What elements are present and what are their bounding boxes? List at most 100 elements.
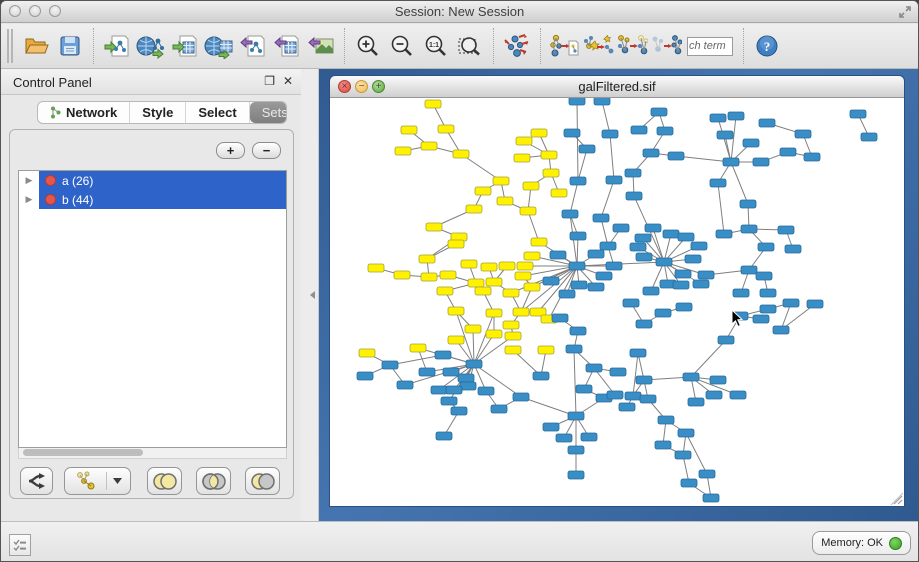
- network-node[interactable]: [780, 148, 796, 156]
- network-frame[interactable]: × − + galFiltered.sif: [330, 76, 904, 506]
- panel-splitter[interactable]: [301, 69, 319, 521]
- network-node[interactable]: [606, 176, 622, 184]
- network-node[interactable]: [778, 226, 794, 234]
- help-button[interactable]: ?: [750, 28, 784, 64]
- network-node[interactable]: [668, 152, 684, 160]
- network-node[interactable]: [630, 349, 646, 357]
- network-node[interactable]: [570, 232, 586, 240]
- network-node[interactable]: [461, 260, 477, 268]
- network-node[interactable]: [631, 126, 647, 134]
- network-node[interactable]: [486, 278, 502, 286]
- network-node[interactable]: [655, 309, 671, 317]
- network-node[interactable]: [382, 361, 398, 369]
- network-node[interactable]: [421, 273, 437, 281]
- network-node[interactable]: [600, 242, 616, 250]
- network-node[interactable]: [486, 330, 502, 338]
- network-node[interactable]: [651, 108, 667, 116]
- network-node[interactable]: [570, 327, 586, 335]
- network-node[interactable]: [759, 119, 775, 127]
- zoom-fit-selected-button[interactable]: [453, 28, 487, 64]
- network-node[interactable]: [698, 271, 714, 279]
- network-node[interactable]: [425, 100, 441, 108]
- network-node[interactable]: [807, 300, 823, 308]
- sets-list[interactable]: ▶ a (26) ▶ b (44): [18, 170, 287, 448]
- network-node[interactable]: [607, 391, 623, 399]
- network-node[interactable]: [625, 169, 641, 177]
- network-node[interactable]: [673, 281, 689, 289]
- network-node[interactable]: [706, 391, 722, 399]
- tab-network[interactable]: Network: [38, 102, 130, 123]
- network-node[interactable]: [523, 182, 539, 190]
- network-node[interactable]: [718, 336, 734, 344]
- network-node[interactable]: [421, 142, 437, 150]
- network-node[interactable]: [543, 169, 559, 177]
- network-node[interactable]: [426, 223, 442, 231]
- list-item-set-a[interactable]: ▶ a (26): [19, 171, 286, 190]
- network-node[interactable]: [569, 98, 585, 105]
- network-node[interactable]: [538, 346, 554, 354]
- network-node[interactable]: [678, 429, 694, 437]
- network-node[interactable]: [758, 243, 774, 251]
- network-node[interactable]: [606, 262, 622, 270]
- network-node[interactable]: [655, 441, 671, 449]
- network-node[interactable]: [658, 416, 674, 424]
- network-node[interactable]: [716, 230, 732, 238]
- network-node[interactable]: [562, 210, 578, 218]
- network-node[interactable]: [594, 98, 610, 105]
- network-node[interactable]: [503, 289, 519, 297]
- network-node[interactable]: [505, 346, 521, 354]
- network-node[interactable]: [710, 376, 726, 384]
- network-node[interactable]: [619, 403, 635, 411]
- network-node[interactable]: [486, 309, 502, 317]
- network-node[interactable]: [753, 158, 769, 166]
- network-node[interactable]: [448, 240, 464, 248]
- network-node[interactable]: [753, 315, 769, 323]
- network-node[interactable]: [551, 189, 567, 197]
- task-history-button[interactable]: [9, 534, 31, 556]
- network-node[interactable]: [394, 271, 410, 279]
- network-node[interactable]: [693, 280, 709, 288]
- network-node[interactable]: [497, 197, 513, 205]
- network-node[interactable]: [543, 277, 559, 285]
- network-node[interactable]: [435, 351, 451, 359]
- network-node[interactable]: [453, 150, 469, 158]
- network-node[interactable]: [568, 471, 584, 479]
- network-node[interactable]: [626, 192, 642, 200]
- network-node[interactable]: [596, 272, 612, 280]
- network-node[interactable]: [636, 253, 652, 261]
- network-node[interactable]: [643, 287, 659, 295]
- network-node[interactable]: [543, 423, 559, 431]
- scrollbar-thumb[interactable]: [23, 449, 143, 456]
- network-node[interactable]: [491, 405, 507, 413]
- network-node[interactable]: [466, 360, 482, 368]
- tab-style[interactable]: Style: [130, 102, 186, 123]
- import-table-file-button[interactable]: [168, 28, 202, 64]
- network-node[interactable]: [441, 397, 457, 405]
- network-node[interactable]: [451, 407, 467, 415]
- network-node[interactable]: [636, 320, 652, 328]
- network-node[interactable]: [517, 262, 533, 270]
- network-node[interactable]: [515, 272, 531, 280]
- network-node[interactable]: [514, 154, 530, 162]
- intersect-sets-button[interactable]: [196, 467, 231, 495]
- network-node[interactable]: [397, 381, 413, 389]
- network-frame-title-bar[interactable]: × − + galFiltered.sif: [330, 76, 904, 98]
- network-node[interactable]: [623, 299, 639, 307]
- network-node[interactable]: [579, 145, 595, 153]
- network-node[interactable]: [676, 303, 692, 311]
- network-node[interactable]: [675, 451, 691, 459]
- zoom-in-button[interactable]: [351, 28, 385, 64]
- network-node[interactable]: [493, 177, 509, 185]
- network-node[interactable]: [678, 233, 694, 241]
- network-node[interactable]: [635, 234, 651, 242]
- network-node[interactable]: [783, 299, 799, 307]
- network-node[interactable]: [466, 205, 482, 213]
- network-node[interactable]: [683, 373, 699, 381]
- network-node[interactable]: [723, 158, 739, 166]
- network-node[interactable]: [478, 387, 494, 395]
- collapse-panel-icon[interactable]: [310, 291, 315, 299]
- import-network-file-button[interactable]: [100, 28, 134, 64]
- network-node[interactable]: [710, 179, 726, 187]
- network-node[interactable]: [602, 130, 618, 138]
- network-canvas[interactable]: [330, 98, 904, 506]
